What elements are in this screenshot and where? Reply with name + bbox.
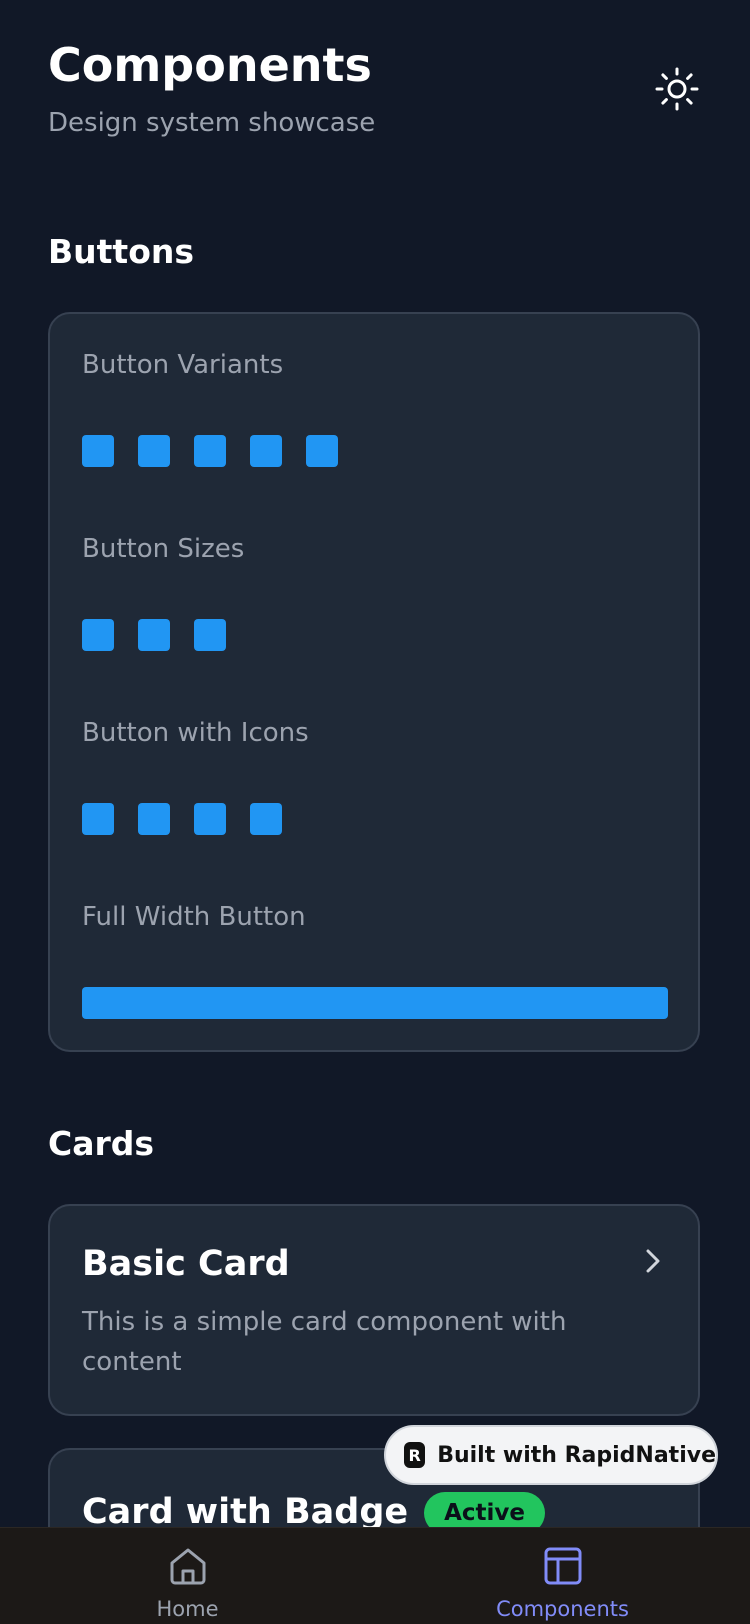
buttons-section-title: Buttons	[48, 232, 195, 271]
icon-button[interactable]	[194, 803, 226, 835]
icon-button[interactable]	[82, 803, 114, 835]
tab-components[interactable]: Components	[375, 1528, 750, 1624]
variant-button[interactable]	[250, 435, 282, 467]
button-variants-label: Button Variants	[82, 350, 284, 380]
badge-card-title: Card with Badge	[82, 1492, 409, 1532]
buttons-card: Button Variants Button Sizes Button with…	[48, 312, 700, 1052]
size-button[interactable]	[194, 619, 226, 651]
button-icons-label: Button with Icons	[82, 718, 309, 748]
button-sizes-row	[82, 619, 226, 651]
home-icon	[170, 1548, 205, 1585]
tab-components-label: Components	[496, 1597, 629, 1621]
built-with-badge[interactable]: R Built with RapidNative	[384, 1425, 718, 1485]
variant-button[interactable]	[194, 435, 226, 467]
tab-home-label: Home	[156, 1597, 219, 1621]
theme-toggle-button[interactable]	[652, 64, 702, 114]
icon-button[interactable]	[250, 803, 282, 835]
components-screen: Components Design system showcase Button…	[0, 0, 750, 1624]
button-variants-row	[82, 435, 338, 467]
page-title: Components	[48, 38, 372, 92]
variant-button[interactable]	[138, 435, 170, 467]
button-sizes-label: Button Sizes	[82, 534, 245, 564]
basic-card[interactable]: Basic Card This is a simple card compone…	[48, 1204, 700, 1416]
page-header: Components Design system showcase	[48, 36, 375, 140]
rapidnative-logo: R	[404, 1442, 426, 1468]
size-button[interactable]	[138, 619, 170, 651]
sun-icon	[655, 67, 699, 111]
basic-card-description: This is a simple card component with con…	[82, 1307, 567, 1377]
layout-icon	[544, 1547, 581, 1585]
tab-home[interactable]: Home	[0, 1528, 375, 1624]
button-icons-row	[82, 803, 282, 835]
icon-button[interactable]	[138, 803, 170, 835]
basic-card-title: Basic Card	[82, 1244, 290, 1284]
variant-button[interactable]	[82, 435, 114, 467]
full-width-button[interactable]	[82, 987, 668, 1019]
variant-button[interactable]	[306, 435, 338, 467]
cards-section-title: Cards	[48, 1124, 155, 1163]
bottom-tab-bar: Home Components	[0, 1527, 750, 1624]
size-button[interactable]	[82, 619, 114, 651]
page-subtitle: Design system showcase	[48, 108, 376, 138]
built-with-label: Built with RapidNative	[437, 1442, 716, 1468]
chevron-right-icon	[646, 1249, 660, 1273]
full-width-label: Full Width Button	[82, 902, 306, 932]
